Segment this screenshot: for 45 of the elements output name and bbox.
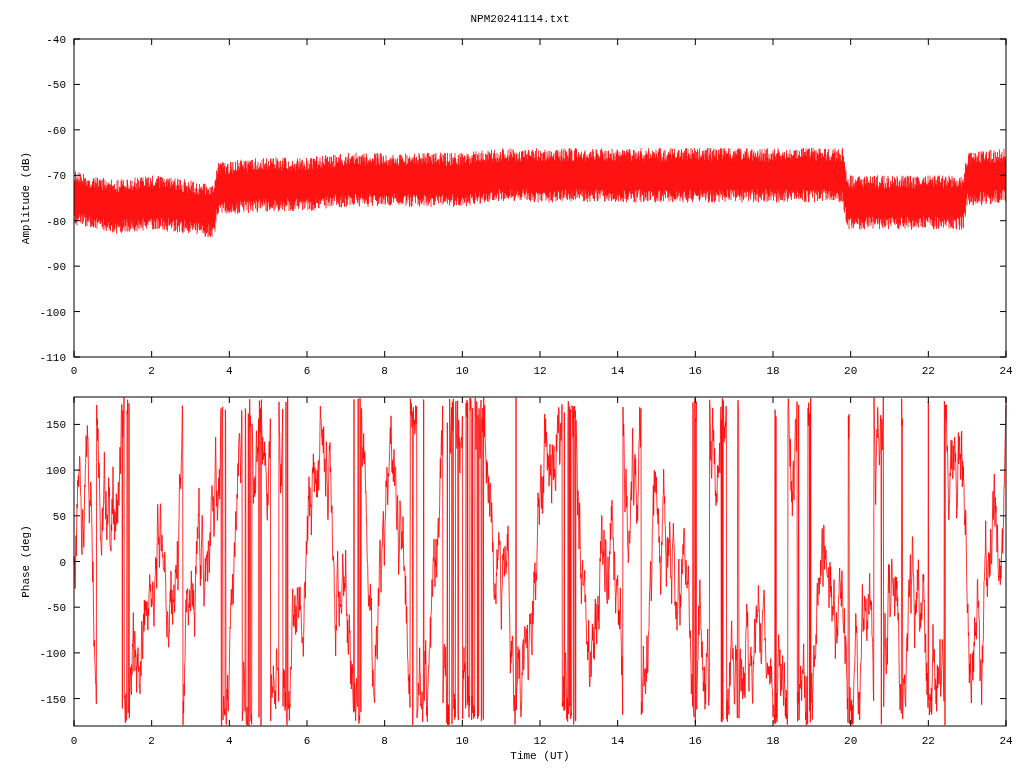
- x-tick-label: 16: [688, 365, 702, 377]
- x-tick-label: 12: [533, 365, 547, 377]
- x-tick-label: 14: [611, 365, 625, 377]
- x-tick-label: 22: [921, 735, 935, 747]
- x-tick-label: 10: [455, 365, 469, 377]
- y-tick-label: 150: [46, 419, 66, 432]
- x-tick-label: 10: [455, 735, 469, 747]
- y-tick-label: -100: [39, 306, 66, 319]
- y-tick-label: -70: [46, 170, 66, 183]
- x-tick-label: 22: [921, 365, 935, 377]
- x-tick-label: 0: [70, 365, 78, 377]
- y-tick-label: -110: [39, 352, 66, 364]
- x-tick-label: 6: [303, 365, 311, 377]
- x-tick-label: 24: [999, 365, 1013, 377]
- axis-title: Time (UT): [510, 749, 570, 764]
- x-tick-label: 0: [70, 735, 78, 747]
- y-tick-label: -50: [46, 602, 66, 615]
- x-tick-label: 8: [381, 365, 388, 377]
- x-tick-label: 4: [226, 365, 233, 377]
- y-tick-label: -60: [46, 124, 66, 137]
- y-tick-label: -50: [46, 79, 66, 92]
- x-tick-label: 8: [381, 735, 388, 747]
- y-tick-label: -90: [46, 261, 66, 274]
- x-tick-label: 18: [766, 365, 780, 377]
- y-tick-label: -100: [39, 647, 66, 660]
- y-tick-label: -80: [46, 215, 66, 228]
- x-tick-label: 12: [533, 735, 547, 747]
- axis-title: Amplitude (dB): [20, 151, 32, 245]
- x-tick-label: 16: [688, 735, 702, 747]
- x-tick-label: 24: [999, 735, 1013, 747]
- y-tick-label: -150: [39, 693, 66, 706]
- x-tick-label: 2: [148, 735, 155, 747]
- x-tick-label: 18: [766, 735, 780, 747]
- x-tick-label: 6: [303, 735, 311, 747]
- x-tick-label: 4: [226, 735, 233, 747]
- x-tick-label: 20: [844, 735, 858, 747]
- y-tick-label: 100: [46, 465, 66, 478]
- x-tick-label: 14: [611, 735, 625, 747]
- y-tick-label: -40: [46, 34, 66, 46]
- y-tick-label: 0: [59, 556, 66, 569]
- axis-title: Phase (deg): [20, 525, 32, 598]
- x-tick-label: 20: [844, 365, 858, 377]
- y-tick-label: 50: [52, 510, 66, 523]
- chart-title: NPM20241114.txt: [470, 11, 570, 27]
- x-tick-label: 2: [148, 365, 155, 377]
